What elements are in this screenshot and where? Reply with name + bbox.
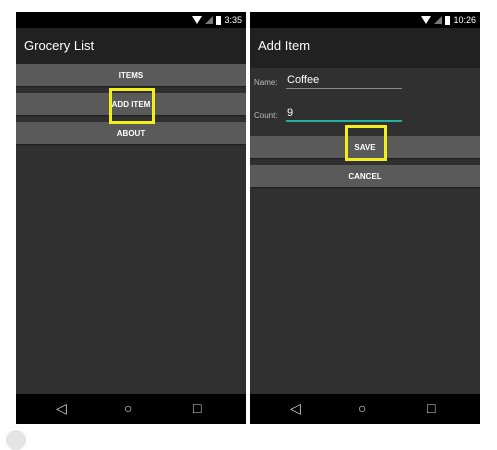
recents-icon[interactable]: □ <box>193 400 201 416</box>
name-field[interactable]: Coffee <box>287 74 319 86</box>
highlight-box <box>345 125 387 161</box>
back-icon[interactable]: ◁ <box>56 400 67 416</box>
cancel-button[interactable]: CANCEL <box>250 165 480 187</box>
count-field[interactable]: 9 <box>287 107 293 119</box>
home-icon[interactable]: ○ <box>124 400 132 416</box>
add-item-screen: 10:26 Add Item Name: Coffee Count: 9 SAV… <box>250 12 480 424</box>
name-label: Name: <box>254 78 278 87</box>
navigation-bar: ◁ ○ □ <box>250 394 480 424</box>
battery-icon <box>445 15 451 25</box>
grocery-list-screen: 3:35 Grocery List ITEMS ADD ITEM ABOUT ◁… <box>16 12 246 424</box>
count-label: Count: <box>254 111 278 120</box>
back-icon[interactable]: ◁ <box>290 400 301 416</box>
floating-bubble <box>6 430 26 450</box>
wifi-icon <box>421 16 432 24</box>
recents-icon[interactable]: □ <box>427 400 435 416</box>
wifi-icon <box>192 16 203 24</box>
app-title: Grocery List <box>24 38 95 53</box>
battery-icon <box>216 15 222 25</box>
home-icon[interactable]: ○ <box>358 400 366 416</box>
items-button[interactable]: ITEMS <box>16 64 246 86</box>
status-time: 10:26 <box>453 15 476 25</box>
status-time: 3:35 <box>224 15 242 25</box>
name-underline <box>286 88 402 89</box>
app-title: Add Item <box>258 38 311 53</box>
signal-icon <box>434 16 443 24</box>
count-underline <box>286 120 402 122</box>
app-bar: Add Item <box>250 28 480 68</box>
status-bar: 10:26 <box>250 12 480 28</box>
status-bar: 3:35 <box>16 12 246 28</box>
about-button[interactable]: ABOUT <box>16 122 246 144</box>
navigation-bar: ◁ ○ □ <box>16 394 246 424</box>
signal-icon <box>205 16 214 24</box>
app-bar: Grocery List <box>16 28 246 68</box>
highlight-box <box>109 88 155 124</box>
